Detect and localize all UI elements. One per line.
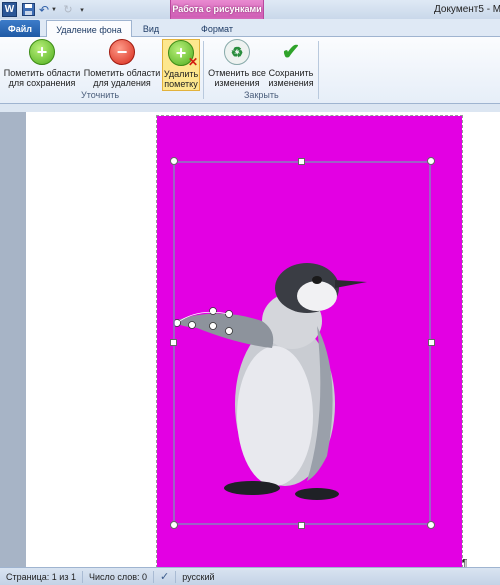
resize-handle-right[interactable] bbox=[428, 339, 435, 346]
resize-handle-top[interactable] bbox=[298, 158, 305, 165]
status-word-count[interactable]: Число слов: 0 bbox=[83, 570, 154, 583]
mark-remove-label-1: Пометить области bbox=[83, 68, 161, 78]
mark-keep-label-1: Пометить области bbox=[3, 68, 81, 78]
keep-changes-label-2: изменения bbox=[268, 78, 314, 88]
mark-areas-to-keep-button[interactable]: + Пометить области для сохранения bbox=[3, 39, 81, 88]
undo-icon[interactable]: ↶ bbox=[38, 2, 50, 17]
proofing-icon[interactable]: ✓ bbox=[154, 570, 177, 583]
discard-label-1: Отменить все bbox=[208, 68, 266, 78]
resize-handle-bottom-right[interactable] bbox=[427, 521, 435, 529]
discard-all-changes-button[interactable]: ♻ Отменить все изменения bbox=[207, 39, 267, 88]
context-tab-title: Работа с рисунками bbox=[172, 4, 262, 14]
keep-changes-label-1: Сохранить bbox=[268, 68, 314, 78]
status-page-count[interactable]: Страница: 1 из 1 bbox=[0, 570, 83, 583]
window-title: Документ5 - Mi bbox=[434, 4, 500, 15]
resize-handle-top-right[interactable] bbox=[427, 157, 435, 165]
ribbon-tabs: Файл Удаление фона Вид Формат bbox=[0, 19, 500, 38]
undo-dropdown-icon[interactable]: ▼ bbox=[51, 2, 57, 17]
mark-remove-label-2: для удаления bbox=[93, 78, 151, 88]
discard-label-2: изменения bbox=[214, 78, 260, 88]
minus-icon: − bbox=[109, 39, 135, 65]
mark-keep-label-2: для сохранения bbox=[8, 78, 76, 88]
group-separator bbox=[203, 41, 204, 99]
tab-background-removal[interactable]: Удаление фона bbox=[46, 20, 132, 38]
status-bar: Страница: 1 из 1 Число слов: 0 ✓ русский bbox=[0, 567, 500, 585]
delete-mark-label-1: Удалить bbox=[163, 69, 199, 79]
group-label-close: Закрыть bbox=[244, 90, 279, 100]
resize-handle-left[interactable] bbox=[170, 339, 177, 346]
delete-mark-label-2: пометку bbox=[164, 79, 198, 89]
save-icon[interactable] bbox=[21, 2, 35, 17]
tab-file[interactable]: Файл bbox=[0, 20, 40, 37]
keep-changes-button[interactable]: ✔ Сохранить изменения bbox=[267, 39, 315, 89]
mark-areas-to-remove-button[interactable]: − Пометить области для удаления bbox=[84, 39, 160, 88]
group-separator bbox=[318, 41, 319, 99]
background-removal-marquee[interactable] bbox=[173, 161, 431, 525]
plus-icon: + bbox=[29, 39, 55, 65]
ribbon: + Пометить области для сохранения − Поме… bbox=[0, 37, 500, 104]
word-app-icon[interactable]: W bbox=[2, 2, 17, 17]
group-label-refine: Уточнить bbox=[81, 90, 120, 100]
redo-icon[interactable]: ↻ bbox=[62, 2, 74, 17]
customize-qat-icon[interactable]: ▾ bbox=[78, 2, 86, 17]
resize-handle-top-left[interactable] bbox=[170, 157, 178, 165]
check-icon: ✔ bbox=[281, 39, 301, 64]
delete-mark-icon: + ✕ bbox=[168, 40, 198, 69]
tab-format[interactable]: Формат bbox=[190, 20, 244, 37]
status-language[interactable]: русский bbox=[176, 571, 220, 583]
recycle-icon: ♻ bbox=[224, 39, 250, 65]
resize-handle-bottom-left[interactable] bbox=[170, 521, 178, 529]
delete-mark-button[interactable]: + ✕ Удалить пометку bbox=[162, 39, 200, 91]
ruler bbox=[0, 104, 500, 112]
resize-handle-bottom[interactable] bbox=[298, 522, 305, 529]
tab-view[interactable]: Вид bbox=[138, 20, 164, 37]
